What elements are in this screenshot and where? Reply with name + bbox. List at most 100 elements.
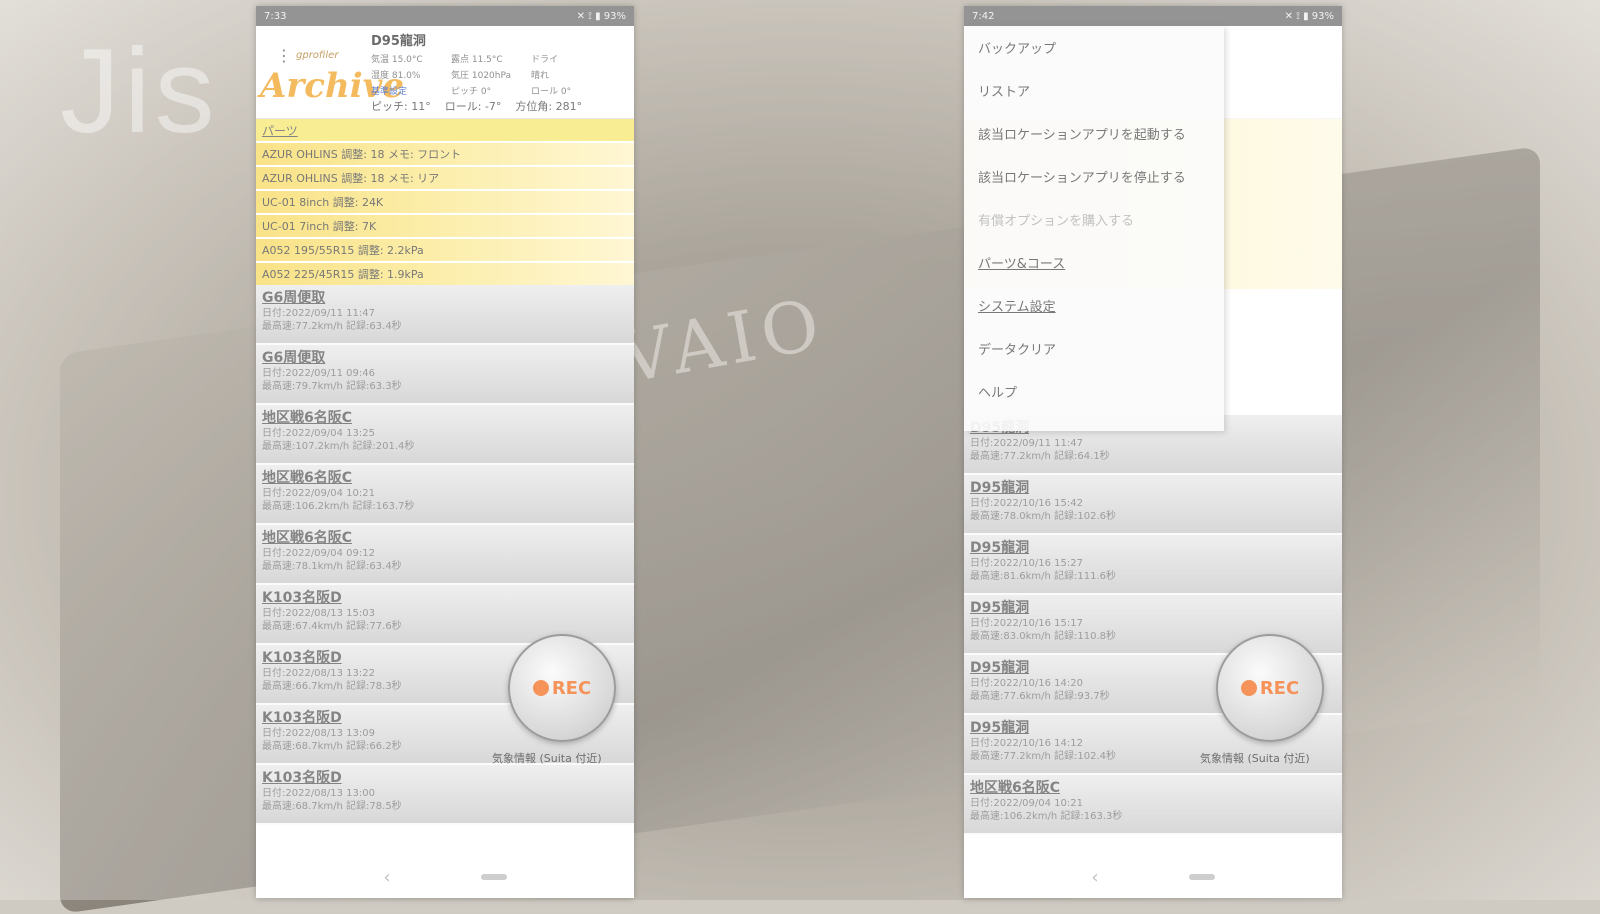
- weather-humidity: 湿度 81.0%: [371, 71, 421, 81]
- weather-condition: ドライ: [531, 55, 559, 65]
- status-bar: 7:33 ✕ ⟟ ▮ 93%: [256, 6, 634, 26]
- record-list: D95龍洞 日付:2022/09/11 11:47 最高速:77.2km/h 記録:…: [964, 415, 1342, 835]
- weather-grid: 気温 15.0°C 露点 11.5°C ドライ 湿度 81.0% 気圧 1020…: [371, 52, 611, 97]
- pitch-value: ピッチ: 11°: [371, 100, 431, 113]
- app-header: ⋮ gprofiler Archive D95龍洞 気温 15.0°C 露点 1…: [256, 26, 634, 119]
- record-stat: 最高速:81.6km/h 記録:111.6秒: [970, 571, 1117, 582]
- record-title: 地区戦6名阪C: [262, 410, 353, 426]
- back-icon[interactable]: ‹: [383, 867, 390, 888]
- current-course: D95龍洞: [371, 34, 426, 49]
- home-pill-icon[interactable]: [480, 874, 507, 880]
- overflow-menu: バックアップ リストア 該当ロケーションアプリを起動する 該当ロケーションアプリ…: [964, 26, 1224, 431]
- record-title: G6周便取: [262, 350, 326, 366]
- parts-section-title[interactable]: パーツ: [256, 119, 634, 141]
- record-button[interactable]: REC: [1216, 634, 1324, 742]
- app-logo-small: gprofiler: [296, 50, 339, 61]
- system-nav-bar: ‹: [964, 856, 1342, 898]
- status-icons: ✕ ⟟ ▮ 93%: [576, 10, 626, 22]
- record-title: 地区戦6名阪C: [262, 470, 353, 486]
- overflow-menu-icon[interactable]: ⋮: [276, 46, 292, 65]
- weather-info-link[interactable]: 気象情報 (Suita 付近): [1200, 750, 1310, 766]
- record-stat: 最高速:77.2km/h 記録:64.1秒: [970, 451, 1110, 462]
- record-dot-icon: [1240, 680, 1257, 696]
- record-button[interactable]: REC: [508, 634, 616, 742]
- phone-screen-left: 7:33 ✕ ⟟ ▮ 93% ⋮ gprofiler Archive D95龍洞…: [256, 6, 634, 898]
- record-item[interactable]: D95龍洞日付:2022/10/16 15:42 最高速:78.0km/h 記録:…: [964, 475, 1342, 535]
- record-stat: 最高速:106.2km/h 記録:163.7秒: [262, 501, 415, 512]
- baseline-setting-link[interactable]: 基準設定: [371, 84, 451, 97]
- record-title: G6周便取: [262, 290, 326, 306]
- part-item[interactable]: UC-01 8inch 調整: 24K: [256, 191, 634, 213]
- status-bar: 7:42 ✕ ⟟ ▮ 93%: [964, 6, 1342, 26]
- record-stat: 最高速:107.2km/h 記録:201.4秒: [262, 441, 415, 452]
- record-list: G6周便取 日付:2022/09/11 11:47 最高速:77.2km/h 記録:…: [256, 285, 634, 825]
- menu-item-data-clear[interactable]: データクリア: [964, 327, 1224, 370]
- record-stat: 最高速:67.4km/h 記録:77.6秒: [262, 621, 402, 632]
- record-item[interactable]: 地区戦6名阪C 日付:2022/09/04 10:21 最高速:106.2km/h …: [964, 775, 1342, 835]
- record-date: 日付:2022/10/16 15:17: [970, 618, 1084, 629]
- record-date: 日付:2022/09/04 10:21: [970, 798, 1084, 809]
- record-date: 日付:2022/10/16 15:42: [970, 498, 1084, 509]
- weather-temp: 気温 15.0°C: [371, 55, 423, 65]
- record-stat: 最高速:77.2km/h 記録:63.4秒: [262, 321, 402, 332]
- record-title: K103名阪D: [262, 770, 342, 786]
- status-time: 7:42: [972, 10, 995, 22]
- menu-item-system-settings[interactable]: システム設定: [964, 284, 1224, 327]
- record-dot-icon: [532, 680, 549, 696]
- record-date: 日付:2022/09/11 11:47: [970, 438, 1084, 449]
- record-item[interactable]: G6周便取日付:2022/09/11 11:47 最高速:77.2km/h 記録:…: [256, 285, 634, 345]
- system-nav-bar: ‹: [256, 856, 634, 898]
- watermark-text: Jis: [60, 24, 219, 158]
- weather-info-link[interactable]: 気象情報 (Suita 付近): [492, 750, 602, 766]
- home-pill-icon[interactable]: [1188, 874, 1215, 880]
- record-stat: 最高速:106.2km/h 記録:163.3秒: [970, 811, 1123, 822]
- back-icon[interactable]: ‹: [1091, 867, 1098, 888]
- menu-item-backup[interactable]: バックアップ: [964, 26, 1224, 69]
- record-date: 日付:2022/09/04 13:25: [262, 428, 376, 439]
- record-title: D95龍洞: [970, 540, 1030, 556]
- record-date: 日付:2022/08/13 13:00: [262, 788, 376, 799]
- record-item[interactable]: 地区戦6名阪C 日付:2022/09/04 13:25 最高速:107.2km/h …: [256, 405, 634, 465]
- menu-item-stop-location-app[interactable]: 該当ロケーションアプリを停止する: [964, 155, 1224, 198]
- azimuth-value: 方位角: 281°: [515, 100, 583, 113]
- weather-pitch: ピッチ 0°: [451, 87, 492, 97]
- roll-value: ロール: -7°: [444, 100, 502, 113]
- record-stat: 最高速:68.7km/h 記録:78.5秒: [262, 801, 402, 812]
- weather-roll: ロール 0°: [531, 87, 572, 97]
- part-item[interactable]: AZUR OHLINS 調整: 18 メモ: リア: [256, 167, 634, 189]
- record-stat: 最高速:78.1km/h 記録:63.4秒: [262, 561, 402, 572]
- phone-screen-right: 7:42 ✕ ⟟ ▮ 93% D95龍洞 日付:2022/09/11 11:47 最…: [964, 6, 1342, 898]
- part-item[interactable]: AZUR OHLINS 調整: 18 メモ: フロント: [256, 143, 634, 165]
- weather-sky: 晴れ: [531, 71, 550, 81]
- record-item[interactable]: 地区戦6名阪C 日付:2022/09/04 09:12 最高速:78.1km/h 記…: [256, 525, 634, 585]
- record-stat: 最高速:79.7km/h 記録:63.3秒: [262, 381, 402, 392]
- status-time: 7:33: [264, 10, 287, 22]
- record-title: 地区戦6名阪C: [262, 530, 353, 546]
- record-item[interactable]: G6周便取日付:2022/09/11 09:46 最高速:79.7km/h 記録:…: [256, 345, 634, 405]
- record-date: 日付:2022/09/04 09:12: [262, 548, 376, 559]
- part-item[interactable]: A052 195/55R15 調整: 2.2kPa: [256, 239, 634, 261]
- record-title: 地区戦6名阪C: [970, 780, 1061, 796]
- record-title: D95龍洞: [970, 480, 1030, 496]
- weather-pressure: 気圧 1020hPa: [451, 71, 512, 81]
- menu-item-restore[interactable]: リストア: [964, 69, 1224, 112]
- menu-item-help[interactable]: ヘルプ: [964, 370, 1224, 413]
- record-item[interactable]: D95龍洞日付:2022/10/16 15:27 最高速:81.6km/h 記録:…: [964, 535, 1342, 595]
- record-stat: 最高速:78.0km/h 記録:102.6秒: [970, 511, 1117, 522]
- menu-item-parts-course[interactable]: パーツ&コース: [964, 241, 1224, 284]
- menu-item-start-location-app[interactable]: 該当ロケーションアプリを起動する: [964, 112, 1224, 155]
- record-button-label: REC: [1259, 677, 1300, 699]
- record-button-label: REC: [551, 677, 592, 699]
- record-date: 日付:2022/09/11 09:46: [262, 368, 376, 379]
- menu-item-purchase-option[interactable]: 有償オプションを購入する: [964, 198, 1224, 241]
- record-date: 日付:2022/08/13 15:03: [262, 608, 376, 619]
- record-date: 日付:2022/10/16 15:27: [970, 558, 1084, 569]
- record-item[interactable]: K103名阪D 日付:2022/08/13 13:00 最高速:68.7km/h 記…: [256, 765, 634, 825]
- weather-dewpoint: 露点 11.5°C: [451, 55, 503, 65]
- part-item[interactable]: A052 225/45R15 調整: 1.9kPa: [256, 263, 634, 285]
- status-icons: ✕ ⟟ ▮ 93%: [1284, 10, 1334, 22]
- record-date: 日付:2022/09/11 11:47: [262, 308, 376, 319]
- angle-readout: ピッチ: 11° ロール: -7° 方位角: 281°: [371, 98, 582, 114]
- part-item[interactable]: UC-01 7inch 調整: 7K: [256, 215, 634, 237]
- record-item[interactable]: 地区戦6名阪C 日付:2022/09/04 10:21 最高速:106.2km/h …: [256, 465, 634, 525]
